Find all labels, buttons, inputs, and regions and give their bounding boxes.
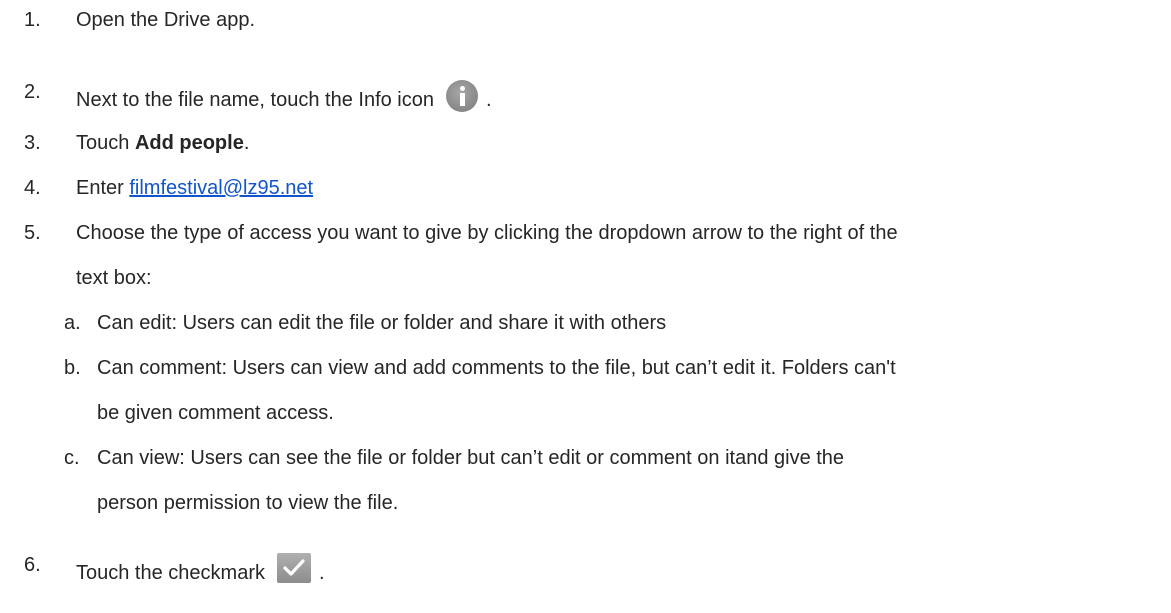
add-people-label: Add people (134, 132, 244, 154)
step-number: 2. (24, 81, 41, 103)
substep-letter: a. (64, 312, 81, 334)
info-icon (446, 80, 478, 112)
email-link[interactable]: filmfestival@lz95.net (129, 177, 313, 199)
step-suffix: . (318, 562, 325, 584)
step-text-with-icon: Touch the checkmark. (76, 553, 325, 585)
step-text: Open the Drive app. (76, 9, 255, 31)
step-text-pre: Touch (76, 132, 135, 154)
checkmark-icon (276, 553, 311, 583)
substep-letter: c. (64, 447, 80, 469)
substep-b-continued: be given comment access. (97, 401, 334, 425)
step-text: Touch Add people. (76, 131, 249, 155)
step-text: Enter filmfestival@lz95.net (76, 176, 313, 200)
step-text-line-2: text box: (76, 267, 152, 289)
substep-text-line-2: be given comment access. (97, 402, 334, 424)
substep-c-continued: person permission to view the file. (97, 491, 398, 515)
step-text-post: . (243, 132, 250, 154)
step-text-line-1: Choose the type of access you want to gi… (76, 222, 898, 244)
step-number: 4. (24, 177, 41, 199)
substep-letter: b. (64, 357, 81, 379)
substep-text-line-1: Can view: Users can see the file or fold… (97, 447, 845, 469)
step-text-pre: Enter (76, 177, 130, 199)
step-suffix: . (486, 89, 492, 111)
step-number: 3. (24, 132, 41, 154)
substep-text: Can edit: Users can edit the file or fol… (97, 312, 667, 334)
step-text-with-icon: Next to the file name, touch the Info ic… (76, 80, 492, 112)
step-text: Next to the file name, touch the Info ic… (76, 89, 434, 111)
substep-text-line-1: Can comment: Users can view and add comm… (97, 357, 896, 379)
step-text: Touch the checkmark (76, 562, 265, 584)
step-number: 1. (24, 9, 41, 31)
substep-text-line-2: person permission to view the file. (97, 492, 399, 514)
step-number: 5. (24, 222, 41, 244)
step-5-continued: text box: (76, 266, 152, 290)
step-number: 6. (24, 554, 41, 576)
